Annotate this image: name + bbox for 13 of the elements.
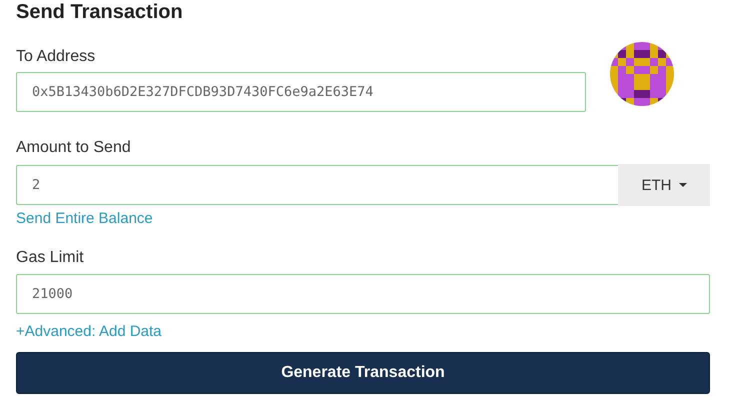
address-field[interactable]: 0x5B13430b6D2E327DFCDB93D7430FC6e9a2E63E74 bbox=[16, 72, 586, 112]
generate-button[interactable]: Generate Transaction bbox=[16, 352, 710, 394]
caret-icon bbox=[678, 183, 686, 187]
avatar-icon bbox=[610, 42, 674, 106]
currency-dropdown[interactable]: ETH bbox=[618, 164, 710, 206]
field-label: Amount to Send bbox=[16, 138, 131, 158]
field-label: Gas Limit bbox=[16, 248, 84, 268]
gas-limit-field[interactable]: 21000 bbox=[16, 274, 710, 314]
amount-field[interactable]: 2 bbox=[16, 165, 618, 205]
send-balance-link[interactable]: Send Entire Balance bbox=[16, 209, 153, 229]
advanced-link[interactable]: +Advanced: Add Data bbox=[16, 322, 162, 342]
page-title: Send Transaction bbox=[16, 0, 184, 24]
field-label: To Address bbox=[16, 47, 96, 67]
